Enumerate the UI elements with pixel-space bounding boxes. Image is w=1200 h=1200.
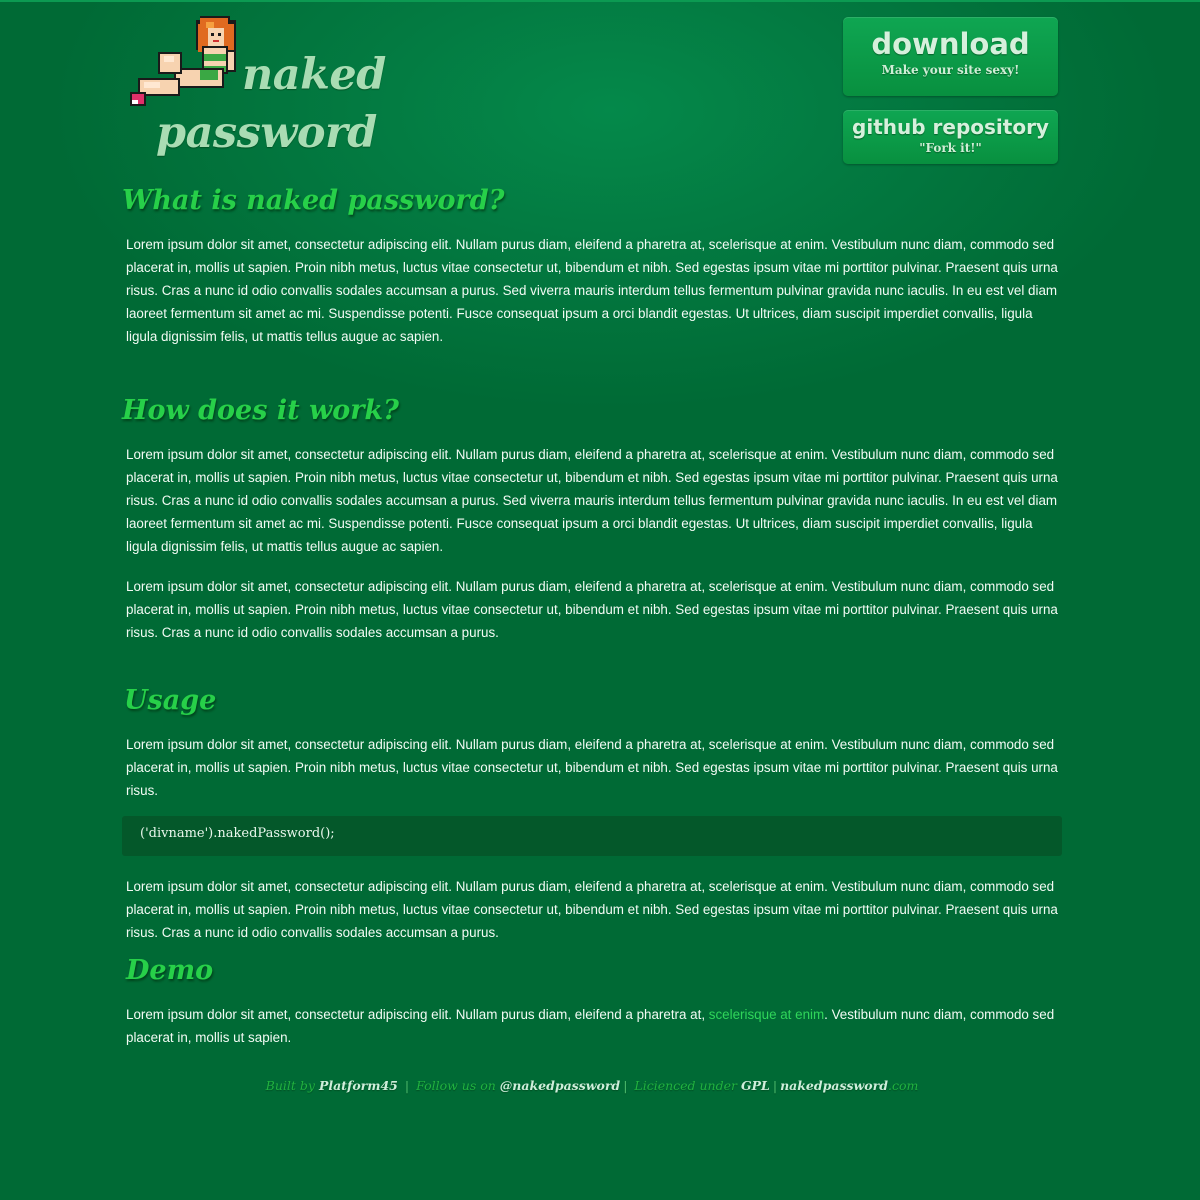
download-button[interactable]: download Make your site sexy!	[843, 17, 1058, 96]
logo-text-naked: naked	[242, 50, 386, 100]
demo-text-before: Lorem ipsum dolor sit amet, consectetur …	[126, 1007, 709, 1022]
footer: Built by Platform45 | Follow us on @nake…	[120, 1078, 1064, 1093]
section-heading-how: How does it work?	[122, 395, 399, 426]
section-heading-demo: Demo	[126, 955, 214, 986]
footer-site-link[interactable]: nakedpassword	[780, 1078, 888, 1093]
github-button-label: github repository	[852, 115, 1049, 139]
footer-separator: |	[623, 1078, 628, 1093]
github-button-subtitle: "Fork it!"	[919, 141, 982, 155]
github-repository-button[interactable]: github repository "Fork it!"	[843, 110, 1058, 164]
download-button-label: download	[871, 27, 1030, 61]
section-how-paragraph-1: Lorem ipsum dolor sit amet, consectetur …	[126, 447, 1058, 554]
footer-separator: |	[772, 1078, 778, 1093]
footer-platform45-link[interactable]: Platform45	[319, 1078, 398, 1093]
site-logo[interactable]: naked password	[130, 14, 400, 158]
footer-site-tld: .com	[887, 1078, 919, 1093]
footer-separator: |	[404, 1078, 410, 1093]
section-how-paragraph-2: Lorem ipsum dolor sit amet, consectetur …	[126, 579, 1058, 640]
section-demo-paragraph: Lorem ipsum dolor sit amet, consectetur …	[126, 1003, 1060, 1049]
download-button-subtitle: Make your site sexy!	[881, 63, 1020, 77]
footer-twitter-link[interactable]: @nakedpassword	[500, 1078, 620, 1093]
demo-link[interactable]: scelerisque at enim	[709, 1007, 824, 1022]
code-snippet: ('divname').nakedPassword();	[122, 816, 1062, 856]
footer-licence-text: Licienced under	[634, 1078, 737, 1093]
footer-follow-text: Follow us on	[416, 1078, 496, 1093]
footer-gpl-link[interactable]: GPL	[741, 1078, 770, 1093]
section-usage-paragraph-1: Lorem ipsum dolor sit amet, consectetur …	[126, 737, 1058, 798]
section-usage-paragraph-2: Lorem ipsum dolor sit amet, consectetur …	[126, 879, 1058, 940]
logo-text-password: password	[156, 108, 377, 158]
footer-built-by: Built by	[265, 1078, 315, 1093]
section-heading-usage: Usage	[124, 685, 217, 716]
section-heading-what: What is naked password?	[122, 185, 505, 216]
page-container: naked password download Make your site s…	[120, 0, 1064, 1200]
section-what-paragraph: Lorem ipsum dolor sit amet, consectetur …	[126, 237, 1058, 344]
pinup-girl-icon	[130, 16, 236, 106]
